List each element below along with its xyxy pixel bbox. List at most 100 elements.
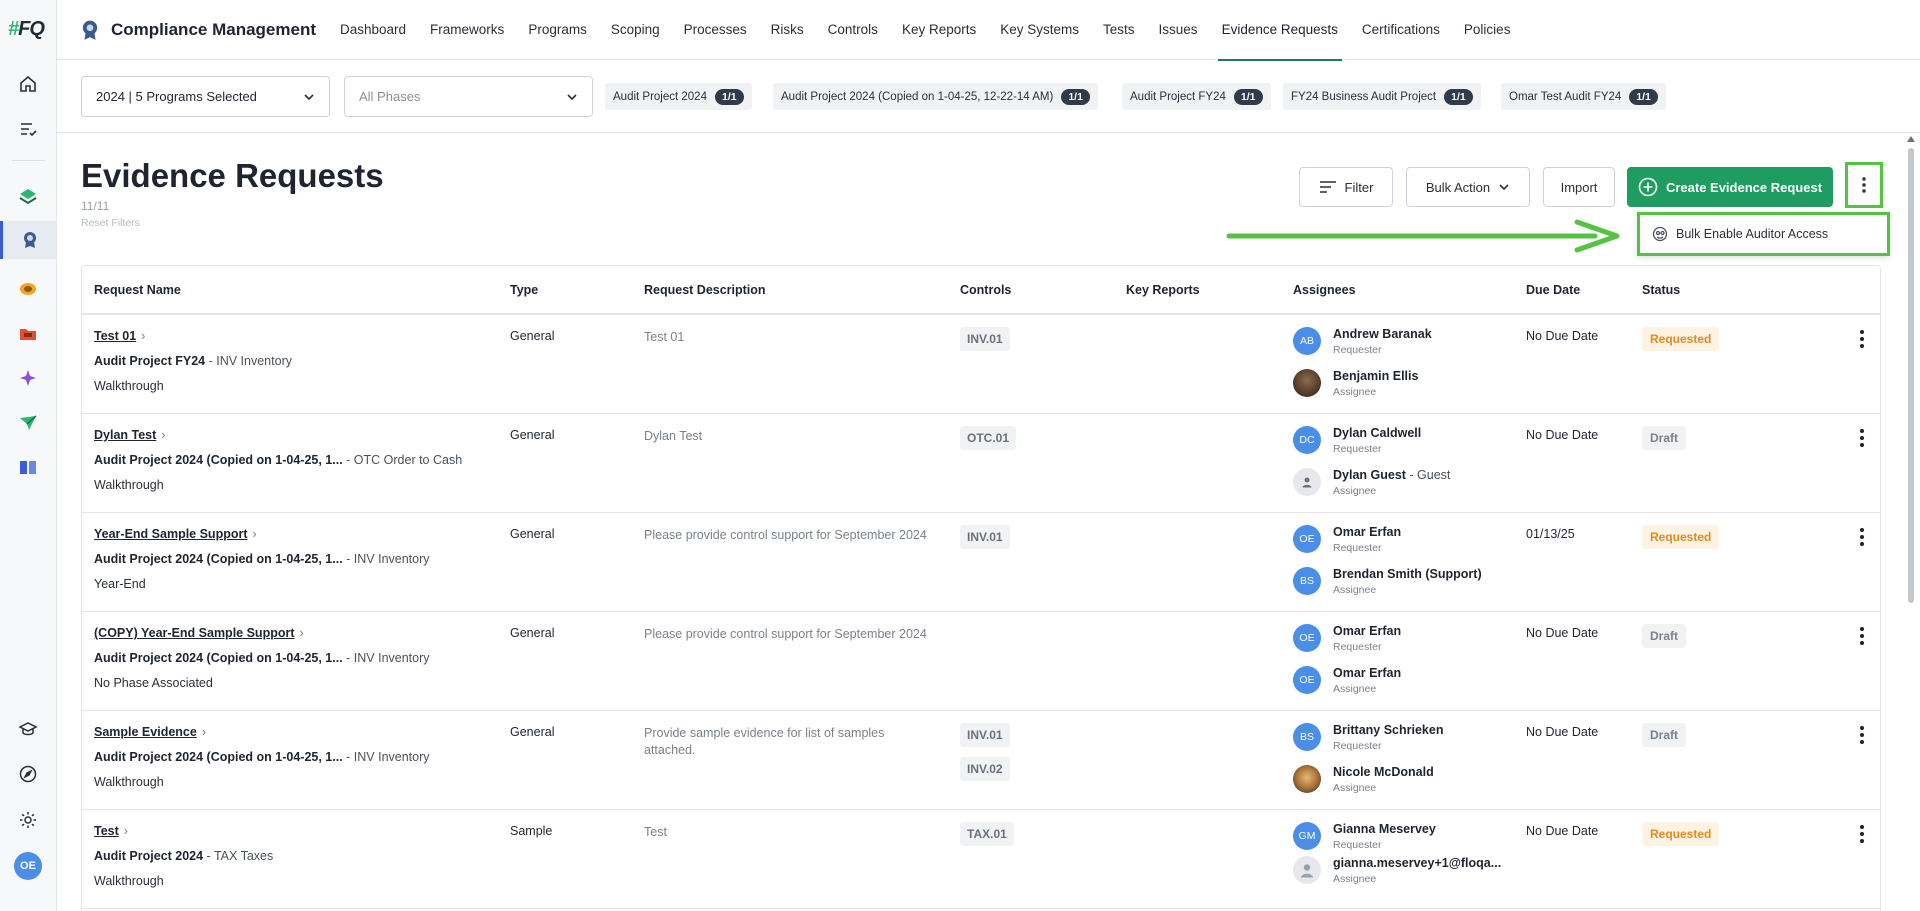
col-status[interactable]: Status [1642, 283, 1680, 297]
chevron-right-icon: › [299, 626, 304, 640]
assignee-role: Requester [1333, 839, 1382, 851]
assignee-role: Assignee [1333, 386, 1377, 398]
compliance-icon[interactable] [0, 221, 57, 259]
nav-key-systems[interactable]: Key Systems [988, 0, 1091, 60]
nav-programs[interactable]: Programs [516, 0, 599, 60]
sparkle-icon[interactable] [14, 364, 42, 392]
table-row[interactable]: Year-End Sample Support › Audit Project 2… [82, 513, 1880, 612]
request-project: Audit Project FY24 [94, 354, 206, 368]
control-chip[interactable]: INV.01 [960, 525, 1010, 549]
assignee-role: Requester [1333, 641, 1382, 653]
chevron-down-icon [304, 93, 314, 100]
chip-label: Omar Test Audit FY24 [1509, 90, 1622, 103]
table-row[interactable]: Test 01 › Audit Project FY24 - INV Invent… [82, 315, 1880, 414]
assignee-avatar: DC [1293, 426, 1321, 454]
row-actions-icon[interactable] [1854, 428, 1870, 448]
request-name-link[interactable]: Year-End Sample Support [94, 527, 248, 541]
graduation-cap-icon[interactable] [14, 715, 42, 743]
scrollbar-thumb[interactable] [1908, 148, 1914, 603]
filter-button[interactable]: Filter [1299, 167, 1393, 207]
page-title: Evidence Requests [81, 157, 384, 194]
nav-risks[interactable]: Risks [759, 0, 816, 60]
program-select[interactable]: 2024 | 5 Programs Selected [81, 76, 330, 117]
control-chip[interactable]: TAX.01 [960, 822, 1014, 846]
stack-icon[interactable] [14, 183, 42, 211]
assignee-name: Benjamin Ellis [1333, 369, 1419, 383]
scroll-up-icon[interactable] [1907, 136, 1915, 142]
request-name-link[interactable]: (COPY) Year-End Sample Support [94, 626, 295, 640]
phase-select-placeholder: All Phases [359, 89, 421, 104]
col-assignees[interactable]: Assignees [1293, 283, 1356, 297]
table-row[interactable]: Test › Audit Project 2024 - TAX Taxes Wal… [82, 810, 1880, 909]
request-name-link[interactable]: Dylan Test [94, 428, 156, 442]
home-icon[interactable] [14, 70, 42, 98]
request-name-link[interactable]: Sample Evidence [94, 725, 197, 739]
program-chip[interactable]: Audit Project 2024 1/1 [605, 83, 752, 110]
folder-icon[interactable] [14, 320, 42, 348]
request-name-link[interactable]: Test [94, 824, 119, 838]
program-chip[interactable]: Omar Test Audit FY24 1/1 [1501, 83, 1666, 110]
row-actions-icon[interactable] [1854, 725, 1870, 745]
request-description: Please provide control support for Septe… [644, 528, 927, 542]
program-chip[interactable]: Audit Project FY24 1/1 [1122, 83, 1271, 110]
control-chip[interactable]: OTC.01 [960, 426, 1017, 450]
nav-dashboard[interactable]: Dashboard [328, 0, 418, 60]
request-description: Dylan Test [644, 429, 703, 443]
col-due-date[interactable]: Due Date [1526, 283, 1580, 297]
nav-scoping[interactable]: Scoping [599, 0, 672, 60]
col-controls[interactable]: Controls [960, 283, 1011, 297]
row-actions-icon[interactable] [1854, 626, 1870, 646]
nav-tests[interactable]: Tests [1091, 0, 1147, 60]
control-chip[interactable]: INV.01 [960, 327, 1010, 351]
nav-frameworks[interactable]: Frameworks [418, 0, 516, 60]
nav-evidence-requests[interactable]: Evidence Requests [1210, 0, 1350, 61]
list-check-icon[interactable] [14, 115, 42, 143]
table-row[interactable]: Sample Evidence › Audit Project 2024 (Cop… [82, 711, 1880, 810]
control-chip[interactable]: INV.02 [960, 757, 1010, 781]
control-chip[interactable]: INV.01 [960, 723, 1010, 747]
create-evidence-request-button[interactable]: Create Evidence Request [1627, 167, 1833, 207]
request-process: INV Inventory [353, 552, 430, 566]
request-name-link[interactable]: Test 01 [94, 329, 136, 343]
gear-icon[interactable] [14, 806, 42, 834]
request-type: General [510, 428, 555, 442]
col-key-reports[interactable]: Key Reports [1126, 283, 1200, 297]
book-icon[interactable] [14, 453, 42, 481]
request-type: General [510, 329, 555, 343]
nav-issues[interactable]: Issues [1147, 0, 1210, 60]
coin-icon[interactable] [14, 275, 42, 303]
row-actions-icon[interactable] [1854, 824, 1870, 844]
nav-certifications[interactable]: Certifications [1350, 0, 1452, 60]
chip-label: Audit Project FY24 [1130, 90, 1226, 103]
col-request-name[interactable]: Request Name [94, 283, 181, 297]
table-row[interactable]: Dylan Test › Audit Project 2024 (Copied o… [82, 414, 1880, 513]
more-options-button[interactable] [1845, 162, 1883, 208]
import-button[interactable]: Import [1543, 167, 1615, 207]
assignee-role: Requester [1333, 344, 1382, 356]
nav-controls[interactable]: Controls [816, 0, 890, 60]
col-request-description[interactable]: Request Description [644, 283, 766, 297]
reset-filters-link[interactable]: Reset Filters [81, 217, 140, 229]
compass-icon[interactable] [14, 760, 42, 788]
result-count: 11/11 [81, 199, 110, 213]
row-actions-icon[interactable] [1854, 527, 1870, 547]
request-type: General [510, 527, 555, 541]
app-logo[interactable]: #FQ [8, 18, 45, 41]
bulk-action-button[interactable]: Bulk Action [1406, 167, 1530, 207]
phase-select[interactable]: All Phases [344, 76, 593, 117]
nav-policies[interactable]: Policies [1452, 0, 1523, 60]
row-actions-icon[interactable] [1854, 329, 1870, 349]
request-project: Audit Project 2024 (Copied on 1-04-25, 1… [94, 651, 343, 665]
status-badge: Requested [1642, 822, 1720, 846]
plus-circle-icon [1638, 177, 1658, 197]
program-chip[interactable]: Audit Project 2024 (Copied on 1-04-25, 1… [773, 83, 1098, 110]
program-chip[interactable]: FY24 Business Audit Project 1/1 [1283, 83, 1481, 110]
bulk-enable-auditor-access-menu-item[interactable]: Bulk Enable Auditor Access [1637, 212, 1890, 256]
user-avatar[interactable]: OE [14, 852, 42, 880]
nav-processes[interactable]: Processes [672, 0, 759, 60]
col-type[interactable]: Type [510, 283, 538, 297]
send-icon[interactable] [14, 409, 42, 437]
nav-key-reports[interactable]: Key Reports [890, 0, 988, 60]
guest-user-icon [1293, 468, 1321, 496]
table-row[interactable]: (COPY) Year-End Sample Support › Audit Pr… [82, 612, 1880, 711]
